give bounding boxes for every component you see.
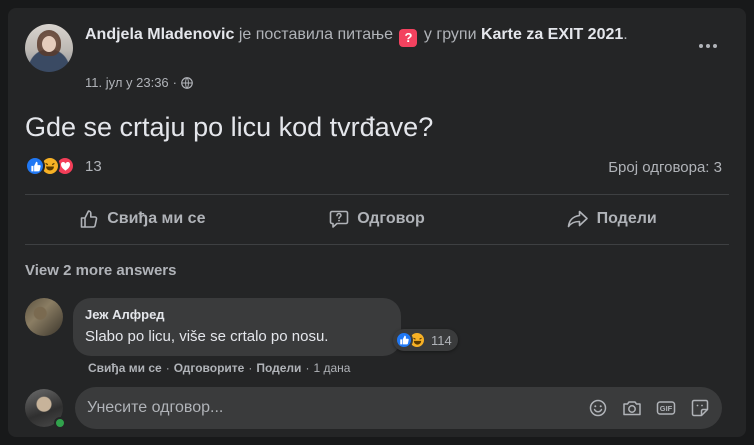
more-options-icon[interactable]	[690, 34, 726, 58]
answer-input[interactable]: Унесите одговор... GIF	[75, 387, 722, 429]
commenter-avatar[interactable]	[25, 298, 63, 336]
like-button[interactable]: Свиђа ми се	[25, 198, 260, 240]
reaction-summary[interactable]: 13	[25, 156, 102, 176]
globe-icon[interactable]	[181, 76, 193, 89]
comment-reaction-count: 114	[431, 332, 452, 348]
view-more-answers[interactable]: View 2 more answers	[25, 262, 176, 279]
comment-reply-link[interactable]: Одговорите	[174, 361, 245, 375]
comment-actions: Свиђа ми се · Одговорите · Подели · 1 да…	[88, 361, 350, 375]
separator-dot: ·	[248, 361, 253, 375]
question-bubble-icon	[329, 210, 349, 228]
thumbs-up-icon	[80, 210, 98, 228]
sticker-icon[interactable]	[690, 398, 710, 418]
answer-count[interactable]: Број одговора: 3	[608, 159, 722, 176]
post-question: Gde se crtaju po licu kod tvrđave?	[25, 112, 434, 142]
gif-icon[interactable]: GIF	[656, 398, 676, 418]
meta-separator: ·	[172, 75, 178, 90]
in-group-text: у групи	[423, 26, 477, 43]
group-name[interactable]: Karte za EXIT 2021	[481, 26, 623, 43]
separator-dot: ·	[305, 361, 310, 375]
comment-like-link[interactable]: Свиђа ми се	[88, 361, 162, 375]
post-header: Andjela Mladenovic је поставила питање ?…	[85, 23, 675, 47]
question-icon: ?	[399, 29, 418, 47]
share-button[interactable]: Подели	[494, 198, 729, 240]
emoji-icon[interactable]	[588, 398, 608, 418]
post-timestamp[interactable]: 11. јул у 23:36	[85, 75, 169, 90]
comment-reactions[interactable]: 114	[393, 329, 458, 351]
reaction-count: 13	[85, 157, 102, 175]
camera-icon[interactable]	[622, 398, 642, 418]
share-arrow-icon	[567, 210, 588, 228]
like-reaction-icon	[25, 156, 45, 176]
author-name[interactable]: Andjela Mladenovic	[85, 26, 234, 43]
answer-button[interactable]: Одговор	[260, 198, 495, 240]
like-reaction-icon	[395, 331, 413, 349]
like-label: Свиђа ми се	[107, 210, 206, 227]
answer-label: Одговор	[357, 210, 425, 227]
answer-input-placeholder: Унесите одговор...	[87, 399, 224, 416]
author-avatar[interactable]	[25, 24, 73, 72]
comment-age[interactable]: 1 дана	[313, 361, 350, 375]
divider	[25, 244, 729, 245]
verb-phrase: је поставила питање	[238, 26, 393, 43]
svg-text:GIF: GIF	[660, 404, 673, 413]
divider	[25, 194, 729, 195]
composer-tools: GIF	[588, 398, 710, 418]
comment-share-link[interactable]: Подели	[256, 361, 301, 375]
post-meta: 11. јул у 23:36 ·	[85, 75, 193, 90]
comment-text: Slabo po licu, više se crtalo po nosu.	[85, 328, 329, 345]
comment-bubble: Јеж Алфред Slabo po licu, više se crtalo…	[73, 298, 401, 356]
separator-dot: ·	[165, 361, 170, 375]
post-actions: Свиђа ми се Одговор Подели	[25, 198, 729, 240]
post-card: Andjela Mladenovic је поставила питање ?…	[8, 8, 746, 437]
group-suffix: .	[623, 26, 628, 43]
online-status-indicator	[54, 417, 66, 429]
share-label: Подели	[596, 210, 657, 227]
comment-author[interactable]: Јеж Алфред	[85, 306, 389, 324]
